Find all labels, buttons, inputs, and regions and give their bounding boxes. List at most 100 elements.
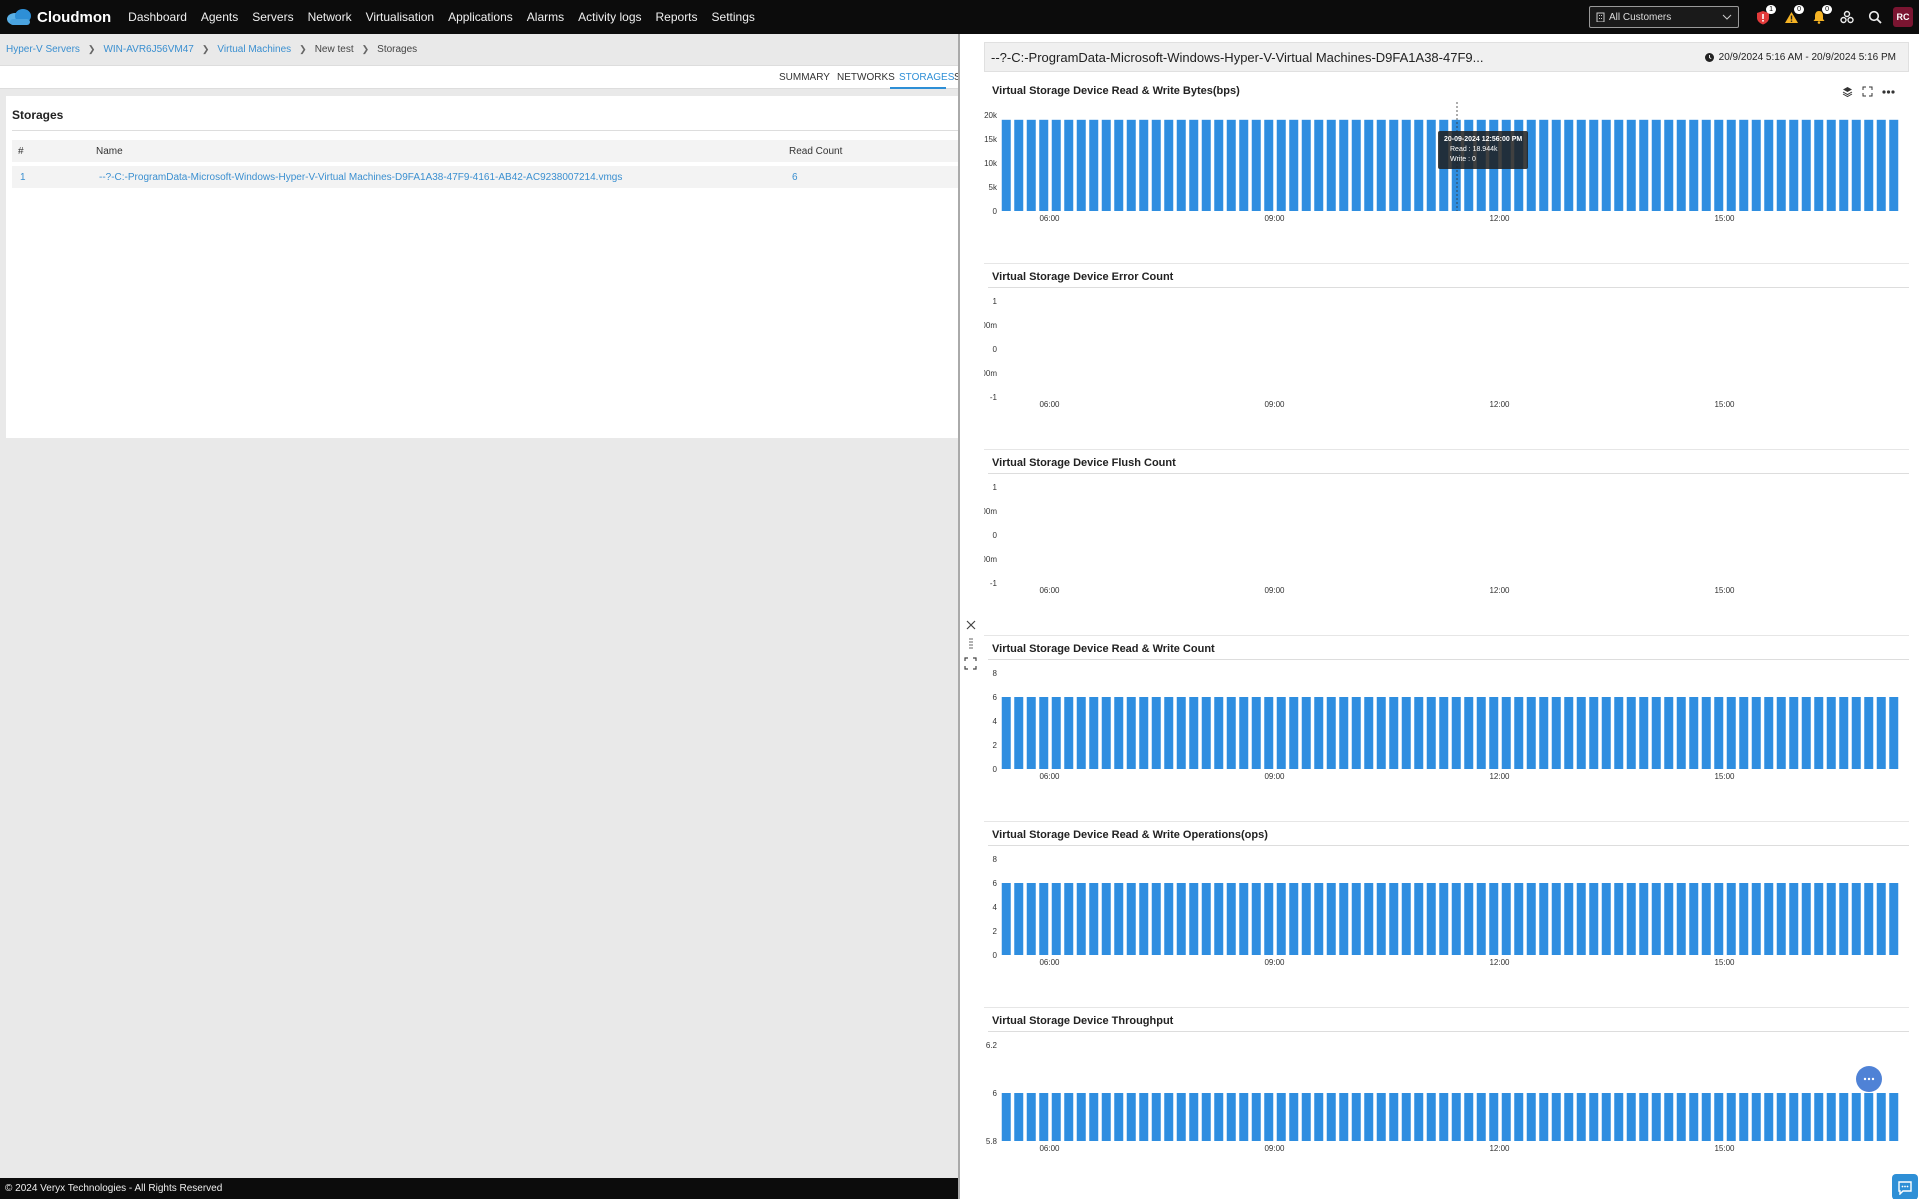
chart-bar <box>1514 883 1524 955</box>
cloud-logo-icon <box>7 9 31 25</box>
chart-bar <box>1789 119 1799 211</box>
chart-bar <box>1589 883 1599 955</box>
breadcrumb-server[interactable]: WIN-AVR6J56VM47 <box>103 44 193 55</box>
chart-title: Virtual Storage Device Throughput <box>992 1015 1174 1027</box>
floating-action-button[interactable] <box>1856 1066 1882 1092</box>
chart-title: Virtual Storage Device Read & Write Byte… <box>992 85 1240 97</box>
nav-network[interactable]: Network <box>308 10 352 24</box>
chart-plot[interactable]: 8 6 4 2 0 06:00 09:00 12:00 15:00 <box>984 660 1909 822</box>
chart-bar <box>1451 697 1461 769</box>
more-options-icon[interactable] <box>1882 89 1895 94</box>
warnings-button[interactable]: 0 <box>1781 5 1804 27</box>
chart-bar <box>1389 883 1399 955</box>
expand-icon[interactable] <box>964 657 977 670</box>
x-tick-label: 09:00 <box>1264 958 1285 967</box>
chart-bar <box>1264 883 1274 955</box>
chart-bar <box>1389 1093 1399 1141</box>
chart-bar <box>1276 697 1286 769</box>
column-read-count[interactable]: Read Count <box>789 146 842 157</box>
chart-bar <box>1764 119 1774 211</box>
chart-bar <box>1814 1093 1824 1141</box>
chart-throughput: Virtual Storage Device Throughput 6.2 6 5.… <box>984 1008 1909 1194</box>
critical-alerts-button[interactable]: 1 <box>1753 5 1776 27</box>
x-tick-label: 06:00 <box>1039 958 1060 967</box>
drag-handle-icon[interactable] <box>968 637 974 651</box>
tooltip-title: 20-09-2024 12:56:00 PM <box>1444 136 1523 143</box>
chart-bar <box>1676 697 1686 769</box>
chart-bar <box>1214 119 1224 211</box>
chart-bar <box>1314 119 1324 211</box>
chart-bar <box>1476 1093 1486 1141</box>
chart-bar <box>1589 119 1599 211</box>
chart-plot[interactable]: 6.2 6 5.8 06:00 09:00 12:00 15:00 <box>984 1032 1909 1194</box>
y-tick-label: 8 <box>993 669 998 678</box>
x-tick-label: 15:00 <box>1714 400 1735 409</box>
y-tick-label: 500m <box>984 321 997 330</box>
chart-bar <box>1614 697 1624 769</box>
notifications-button[interactable]: 0 <box>1809 5 1832 27</box>
column-index[interactable]: # <box>18 146 24 157</box>
chart-bar <box>1726 119 1736 211</box>
chart-tools <box>1833 86 1895 97</box>
chat-button[interactable] <box>1892 1174 1918 1199</box>
customer-select[interactable]: All Customers <box>1589 6 1739 28</box>
nav-activity-logs[interactable]: Activity logs <box>578 10 641 24</box>
tab-networks[interactable]: NETWORKS <box>837 72 895 83</box>
close-icon[interactable] <box>965 619 977 631</box>
chart-bar <box>1801 119 1811 211</box>
chart-bar <box>1551 883 1561 955</box>
cloudmon-logo[interactable]: Cloudmon <box>6 8 111 26</box>
chart-bar <box>1326 697 1336 769</box>
nav-alarms[interactable]: Alarms <box>527 10 564 24</box>
column-name[interactable]: Name <box>96 146 123 157</box>
layers-icon[interactable] <box>1842 86 1853 97</box>
integrations-button[interactable] <box>1837 7 1857 27</box>
chart-plot[interactable]: 8 6 4 2 0 06:00 09:00 12:00 15:00 <box>984 846 1909 1008</box>
nav-servers[interactable]: Servers <box>252 10 293 24</box>
chart-bar <box>1376 697 1386 769</box>
x-tick-label: 06:00 <box>1039 772 1060 781</box>
chart-bar <box>1426 1093 1436 1141</box>
metrics-drawer: --?-C:-ProgramData-Microsoft-Windows-Hyp… <box>958 34 1919 1199</box>
row-name-link[interactable]: --?-C:-ProgramData-Microsoft-Windows-Hyp… <box>99 172 622 183</box>
chart-bar <box>1651 883 1661 955</box>
main-nav: Dashboard Agents Servers Network Virtual… <box>121 10 762 24</box>
chart-title: Virtual Storage Device Error Count <box>992 271 1174 283</box>
breadcrumb-virtual-machines[interactable]: Virtual Machines <box>217 44 291 55</box>
x-tick-label: 12:00 <box>1489 772 1510 781</box>
table-row[interactable]: 1 --?-C:-ProgramData-Microsoft-Windows-H… <box>12 166 958 188</box>
chart-bar <box>1364 883 1374 955</box>
time-range[interactable]: 20/9/2024 5:16 AM - 20/9/2024 5:16 PM <box>1704 52 1896 63</box>
chart-bar <box>1001 883 1011 955</box>
chart-bar <box>1439 883 1449 955</box>
nav-reports[interactable]: Reports <box>656 10 698 24</box>
chart-bar <box>1026 119 1036 211</box>
chart-bar <box>1014 697 1024 769</box>
x-tick-label: 09:00 <box>1264 1144 1285 1153</box>
search-button[interactable] <box>1865 7 1885 27</box>
chart-plot[interactable]: 1 500m 0 -500m -1 06:00 09:00 12:00 15:00 <box>984 288 1909 450</box>
chart-bar <box>1726 697 1736 769</box>
y-tick-label: -1 <box>990 579 998 588</box>
nav-virtualisation[interactable]: Virtualisation <box>366 10 434 24</box>
chart-bar <box>1414 119 1424 211</box>
nav-agents[interactable]: Agents <box>201 10 238 24</box>
tab-storages[interactable]: STORAGES <box>899 72 954 83</box>
nav-applications[interactable]: Applications <box>448 10 513 24</box>
chart-bar <box>1026 697 1036 769</box>
chart-plot[interactable]: 1 500m 0 -500m -1 06:00 09:00 12:00 15:00 <box>984 474 1909 636</box>
user-avatar[interactable]: RC <box>1893 7 1913 27</box>
chart-bar <box>1889 119 1899 211</box>
chart-bar <box>1289 697 1299 769</box>
chevron-right-icon: ❯ <box>299 44 307 54</box>
chart-bar <box>1276 1093 1286 1141</box>
chart-bar <box>1089 697 1099 769</box>
breadcrumb-hyperv-servers[interactable]: Hyper-V Servers <box>6 44 80 55</box>
nav-settings[interactable]: Settings <box>712 10 755 24</box>
nav-dashboard[interactable]: Dashboard <box>128 10 187 24</box>
fullscreen-icon[interactable] <box>1862 86 1873 97</box>
chart-bar <box>1889 883 1899 955</box>
tab-summary[interactable]: SUMMARY <box>779 72 830 83</box>
chevron-right-icon: ❯ <box>201 44 210 54</box>
chart-plot[interactable]: 20k 15k 10k 5k 0 06:00 09:00 12:00 15:00 <box>984 102 1909 264</box>
